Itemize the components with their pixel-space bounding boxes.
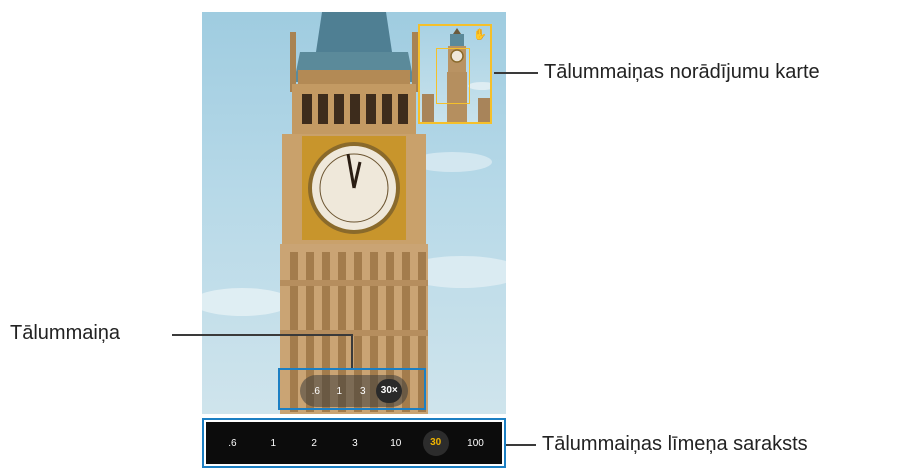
callout-line-zoom-map — [494, 72, 538, 74]
zoom-map-viewport-indicator — [436, 48, 470, 104]
zoom-level-10[interactable]: 10 — [382, 438, 410, 449]
zoom-level-2[interactable]: 2 — [300, 438, 328, 449]
callout-zoom-label: Tālummaiņa — [10, 322, 121, 344]
callout-zoom-list-label: Tālummaiņas līmeņa saraksts — [542, 433, 808, 455]
zoom-option-30x-active[interactable]: 30× — [376, 379, 403, 403]
zoom-level-list[interactable]: .6 1 2 3 10 30 100 — [206, 422, 502, 464]
zoom-level-3[interactable]: 3 — [341, 438, 369, 449]
zoom-level-30-active[interactable]: 30 — [422, 430, 449, 456]
callout-line-zoom-v — [351, 334, 353, 368]
zoom-option-1x[interactable]: 1 — [329, 386, 349, 397]
callout-line-zoom-h — [172, 334, 352, 336]
zoom-option-0-6x[interactable]: .6 — [306, 386, 326, 397]
zoom-level-1[interactable]: 1 — [259, 438, 287, 449]
callout-line-zoom-list — [506, 444, 536, 446]
zoom-level-0-6[interactable]: .6 — [218, 438, 246, 449]
screenshot-stage: ✋ .6 1 3 30× .6 1 2 3 10 30 100 Tālummai… — [0, 0, 924, 468]
zoom-option-3x[interactable]: 3 — [353, 386, 373, 397]
zoom-control[interactable]: .6 1 3 30× — [300, 375, 408, 407]
callout-zoom-map-label: Tālummaiņas norādījumu karte — [544, 61, 820, 83]
zoom-level-100[interactable]: 100 — [461, 438, 489, 449]
zoom-map[interactable]: ✋ — [418, 24, 492, 124]
hand-lock-icon[interactable]: ✋ — [473, 28, 487, 42]
